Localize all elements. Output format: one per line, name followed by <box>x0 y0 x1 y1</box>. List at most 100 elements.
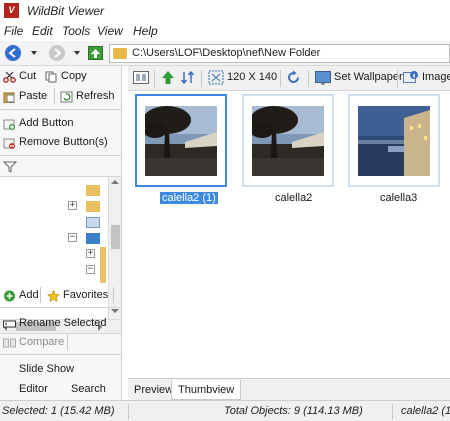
menu-help[interactable]: Help <box>133 24 158 38</box>
forward-history-dropdown[interactable] <box>74 51 80 55</box>
menu-edit[interactable]: Edit <box>32 24 53 38</box>
add-favorite-button[interactable]: Add <box>3 289 43 303</box>
refresh-label: Refresh <box>76 90 115 102</box>
rename-selected-button[interactable]: Rename Selected <box>3 317 118 331</box>
image-info-icon <box>403 71 418 83</box>
refresh-button[interactable]: Refresh <box>60 90 120 104</box>
remove-buttons-label: Remove Button(s) <box>19 136 108 148</box>
add-button-button[interactable]: Add Button <box>3 117 113 131</box>
set-wallpaper-button[interactable]: Set Wallpaper <box>315 70 405 86</box>
compare-button[interactable]: Compare <box>3 336 65 350</box>
plus-circle-icon <box>4 290 15 302</box>
folder-tree[interactable]: + − + − <box>0 176 121 334</box>
thumbnail-calella2[interactable] <box>242 94 334 187</box>
divider <box>0 307 121 308</box>
toolbar-divider <box>40 287 41 303</box>
tree-expander[interactable]: − <box>68 233 77 242</box>
slide-show-button[interactable]: Slide Show <box>19 363 74 375</box>
forward-button[interactable] <box>49 45 65 61</box>
image-info-button[interactable]: Image I <box>403 70 450 86</box>
photo-thumbnail <box>252 106 324 176</box>
clipboard-icon <box>3 92 15 103</box>
star-icon <box>47 290 60 302</box>
thumbnail-label-selected[interactable]: calella2 (1) <box>159 191 219 205</box>
path-input[interactable]: C:\Users\LOF\Desktop\nef\New Folder <box>109 44 450 63</box>
status-total: Total Objects: 9 (114.13 MB) <box>224 405 363 417</box>
copy-button[interactable]: Copy <box>45 70 95 84</box>
view-mode-icon <box>133 71 149 84</box>
status-selected: Selected: 1 (15.42 MB) <box>2 405 115 417</box>
set-wallpaper-label: Set Wallpaper <box>334 71 403 83</box>
menu-file[interactable]: File <box>4 24 23 38</box>
paste-label: Paste <box>19 90 48 102</box>
divider <box>0 354 121 355</box>
tab-thumbview[interactable]: Thumbview <box>171 380 242 400</box>
view-tabs: Preview Thumbview <box>128 378 450 400</box>
remove-button-icon <box>3 138 15 149</box>
status-divider <box>392 404 393 419</box>
sort-ascending-button[interactable] <box>160 70 176 86</box>
back-button[interactable] <box>5 45 21 61</box>
toolbar-divider <box>54 88 55 104</box>
arrow-right-icon <box>54 48 62 58</box>
rotate-button[interactable] <box>286 70 302 86</box>
back-history-dropdown[interactable] <box>31 51 37 55</box>
thumbnail-label[interactable]: calella3 <box>380 192 417 204</box>
thumbnail-calella2-1[interactable] <box>135 94 227 187</box>
tree-expander[interactable]: + <box>68 201 77 210</box>
toolbar-divider <box>201 70 202 87</box>
menu-tools[interactable]: Tools <box>62 24 90 38</box>
window-title: WildBit Viewer <box>27 4 105 18</box>
menu-view[interactable]: View <box>97 24 123 38</box>
tree-expander[interactable]: + <box>86 249 95 258</box>
address-bar: C:\Users\LOF\Desktop\nef\New Folder <box>0 41 450 66</box>
left-panel: Cut Copy Paste Refresh Add Button Remove… <box>0 66 122 400</box>
thumbnail-calella3[interactable] <box>348 94 440 187</box>
photo-thumbnail <box>145 106 217 176</box>
thumbnail-toolbar: 120 X 140 Set Wallpaper Image I <box>128 66 450 91</box>
desktop-icon <box>86 233 100 244</box>
wallpaper-icon <box>315 71 331 85</box>
filter-icon[interactable] <box>2 161 18 173</box>
paste-button[interactable]: Paste <box>3 90 53 104</box>
menu-bar: File Edit Tools View Help <box>0 22 450 41</box>
search-button[interactable]: Search <box>71 383 106 395</box>
editor-label: Editor <box>19 383 48 395</box>
thumbnail-size-label: 120 X 140 <box>227 71 278 83</box>
slide-show-label: Slide Show <box>19 363 75 375</box>
toolbar-divider <box>308 70 309 87</box>
view-mode-button[interactable] <box>133 70 151 86</box>
divider <box>0 109 121 110</box>
rotate-icon <box>288 70 299 83</box>
compare-icon <box>3 338 16 348</box>
toolbar-divider <box>280 70 281 87</box>
thumbnail-label[interactable]: calella2 <box>275 192 312 204</box>
title-bar: V WildBit Viewer <box>0 0 450 22</box>
favorites-label: Favorites <box>63 289 109 301</box>
folder-icon <box>113 48 127 59</box>
refresh-icon <box>60 91 73 103</box>
add-label: Add <box>19 289 39 301</box>
tree-expander[interactable]: − <box>86 265 95 274</box>
toolbar-divider <box>113 287 114 303</box>
copy-label: Copy <box>61 70 87 82</box>
scroll-thumb[interactable] <box>111 225 120 249</box>
image-info-label: Image I <box>422 71 450 83</box>
arrow-up-icon <box>91 49 100 58</box>
scroll-down-arrow-icon[interactable] <box>111 309 119 313</box>
toolbar-divider <box>397 70 398 87</box>
status-current-file: calella2 (1 <box>401 405 450 417</box>
sort-order-button[interactable] <box>180 70 196 86</box>
scroll-up-arrow-icon[interactable] <box>111 180 119 184</box>
remove-buttons-button[interactable]: Remove Button(s) <box>3 136 118 150</box>
editor-button[interactable]: Editor <box>19 383 48 395</box>
search-label: Search <box>71 383 106 395</box>
thumbnail-size-button[interactable]: 120 X 140 <box>208 70 278 86</box>
folder-up-button[interactable] <box>88 46 103 60</box>
favorites-button[interactable]: Favorites <box>47 289 109 303</box>
scissors-icon <box>3 71 16 83</box>
tree-vertical-scrollbar[interactable] <box>108 177 121 319</box>
sort-up-arrow-icon <box>162 71 174 84</box>
folder-icon <box>100 247 106 283</box>
rename-selected-label: Rename Selected <box>19 317 107 329</box>
